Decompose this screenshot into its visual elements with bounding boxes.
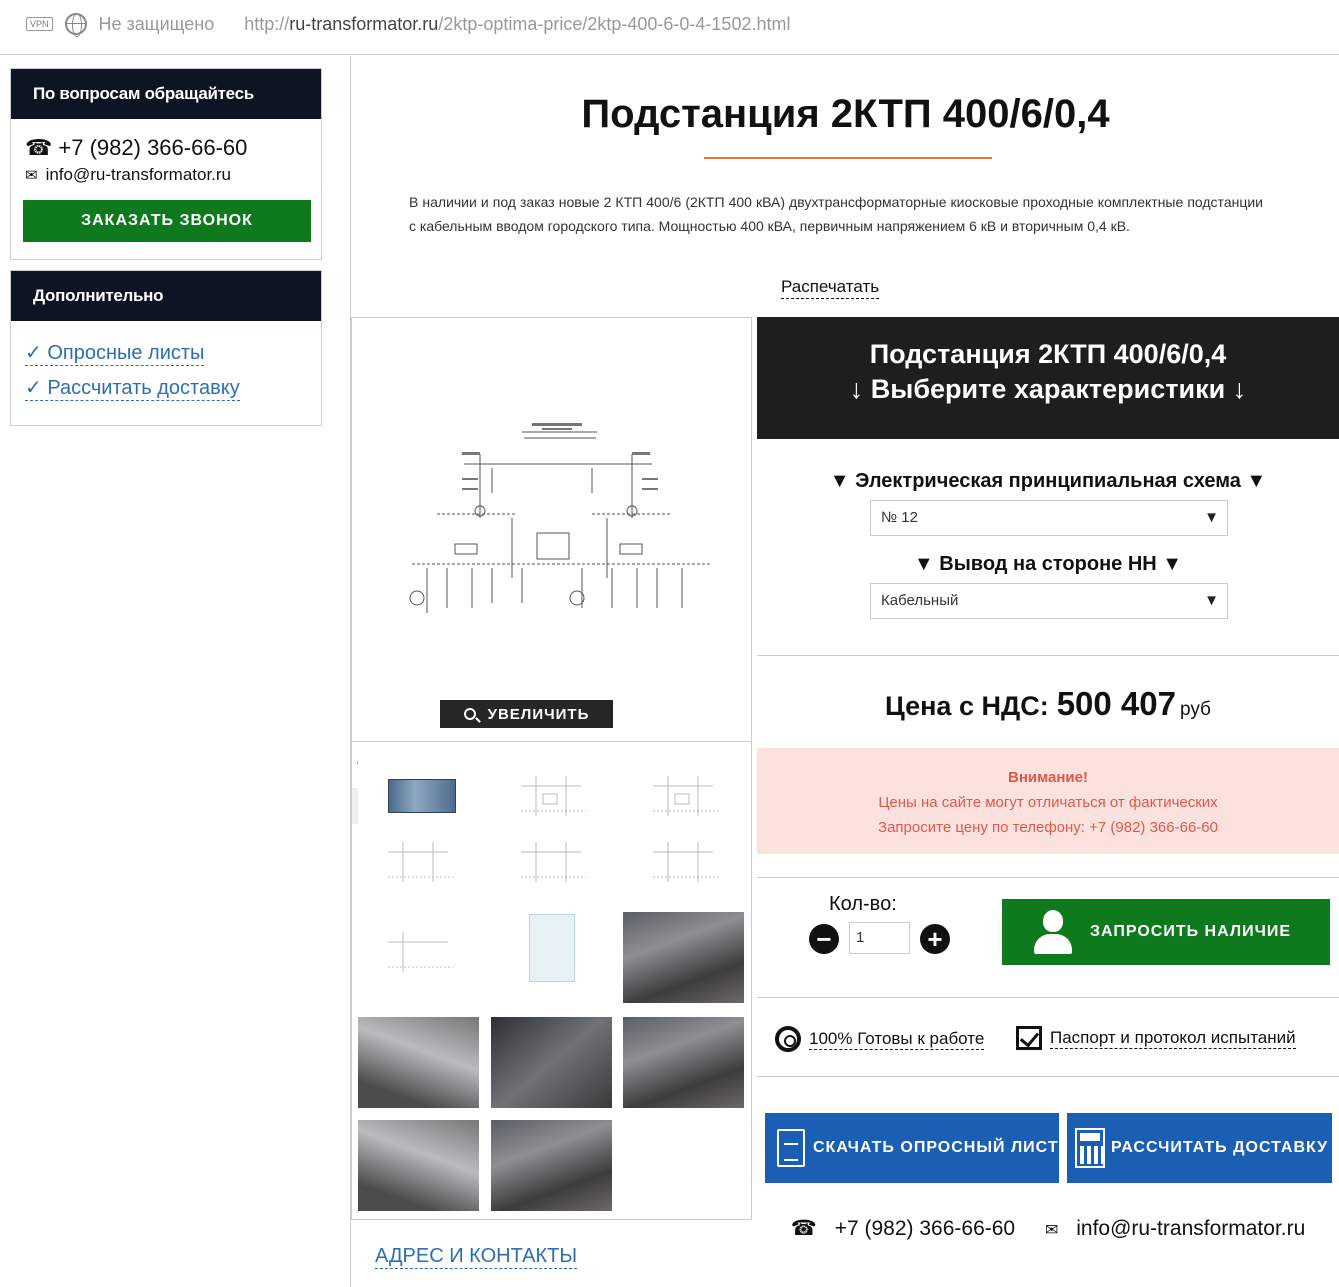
- calculate-delivery-label: РАССЧИТАТЬ ДОСТАВКУ: [1111, 1139, 1329, 1156]
- gear-icon: [775, 1026, 801, 1052]
- footer-phone-text: +7 (982) 366-66-60: [834, 1217, 1016, 1240]
- config-panel-subtitle: ↓ Выберите характеристики ↓: [849, 374, 1247, 404]
- thumbnail[interactable]: [491, 822, 612, 913]
- globe-icon: [64, 13, 87, 37]
- schematic-diagram-image: [409, 423, 712, 613]
- footer-email-text: info@ru-transformator.ru: [1076, 1217, 1306, 1240]
- sidebar-email[interactable]: ✉ info@ru-transformator.ru: [25, 165, 321, 185]
- phone-icon: ☎: [25, 135, 53, 160]
- document-icon: [777, 1129, 805, 1167]
- footer-email[interactable]: ✉ info@ru-transformator.ru: [1039, 1217, 1311, 1240]
- divider: [757, 1076, 1339, 1077]
- extra-box-title: Дополнительно: [11, 271, 321, 321]
- sidebar-phone-text: +7 (982) 366-66-60: [58, 135, 248, 160]
- quantity-label: Кол-во:: [829, 893, 897, 915]
- title-underline: [704, 157, 992, 159]
- contact-box: По вопросам обращайтесь ☎ +7 (982) 366-6…: [10, 68, 322, 260]
- price-currency: руб: [1179, 699, 1211, 720]
- thumbnail-photo[interactable]: [623, 912, 744, 1003]
- url-path: /2ktp-optima-price/2ktp-400-6-0-4-1502.h…: [438, 13, 791, 34]
- product-description: В наличии и под заказ новые 2 КТП 400/6 …: [409, 194, 1263, 234]
- thumbnail-photo[interactable]: [491, 1120, 612, 1211]
- zoom-button[interactable]: УВЕЛИЧИТЬ: [440, 700, 613, 728]
- worker-icon: [1034, 910, 1072, 954]
- warning-line: Цены на сайте могут отличаться от фактич…: [878, 794, 1218, 811]
- vpn-badge[interactable]: VPN: [26, 17, 53, 31]
- address-bar[interactable]: VPN Не защищено http://ru-transformator.…: [0, 0, 1339, 48]
- sidebar-phone[interactable]: ☎ +7 (982) 366-66-60: [25, 135, 321, 161]
- thumbnail[interactable]: [358, 912, 479, 1003]
- config-panel-header: Подстанция 2КТП 400/6/0,4 ↓ Выберите хар…: [757, 317, 1339, 439]
- security-status[interactable]: Не защищено: [99, 14, 215, 35]
- delivery-calc-link[interactable]: ✓ Рассчитать доставку: [25, 376, 240, 401]
- quantity-increase-button[interactable]: +: [920, 924, 950, 954]
- thumbnail-photo[interactable]: [358, 1120, 479, 1211]
- thumbnail-certificate[interactable]: [491, 912, 612, 1003]
- checkbox-icon: [1016, 1026, 1042, 1050]
- sidebar-email-text: info@ru-transformator.ru: [45, 165, 232, 184]
- zoom-button-label: УВЕЛИЧИТЬ: [487, 705, 590, 723]
- extra-box: Дополнительно ✓ Опросные листы ✓ Рассчит…: [10, 270, 322, 426]
- price-label: Цена с НДС:: [885, 691, 1049, 721]
- feature-passport-label: Паспорт и протокол испытаний: [1050, 1028, 1296, 1049]
- thumbnail[interactable]: [623, 822, 744, 913]
- url-prefix: http://: [244, 13, 290, 34]
- thumbnail-photo[interactable]: [623, 1017, 744, 1108]
- lv-output-option-label: ▼ Вывод на стороне НН ▼: [913, 553, 1183, 575]
- product-gallery: УВЕЛИЧИТЬ ‹ ›: [351, 317, 752, 1220]
- mail-icon: ✉: [25, 167, 38, 184]
- feature-ready[interactable]: 100% Готовы к работе: [775, 1026, 985, 1052]
- request-availability-button[interactable]: ЗАПРОСИТЬ НАЛИЧИЕ: [1002, 899, 1330, 965]
- scheme-select[interactable]: № 12: [870, 500, 1228, 536]
- footer-phone[interactable]: ☎ +7 (982) 366-66-60: [785, 1217, 1021, 1240]
- calculator-icon: [1075, 1128, 1105, 1168]
- divider: [757, 877, 1339, 878]
- quantity-decrease-button[interactable]: −: [809, 924, 839, 954]
- warning-line: Запросите цену по телефону: +7 (982) 366…: [878, 819, 1218, 836]
- request-availability-label: ЗАПРОСИТЬ НАЛИЧИЕ: [1090, 923, 1291, 940]
- warning-title: Внимание!: [1008, 769, 1088, 786]
- divider: [0, 54, 1339, 55]
- thumbnail[interactable]: [358, 822, 479, 913]
- url-host: ru-transformator.ru: [289, 13, 439, 34]
- lv-output-select[interactable]: Кабельный: [870, 583, 1228, 619]
- thumbnail-photo[interactable]: [491, 1017, 612, 1108]
- contact-box-title: По вопросам обращайтесь: [11, 69, 321, 119]
- price-warning: Внимание! Цены на сайте могут отличаться…: [757, 748, 1339, 854]
- page-title: Подстанция 2КТП 400/6/0,4: [581, 92, 1110, 136]
- download-questionnaire-label: СКАЧАТЬ ОПРОСНЫЙ ЛИСТ: [813, 1139, 1059, 1156]
- feature-ready-label: 100% Готовы к работе: [809, 1029, 985, 1050]
- address-contacts-link[interactable]: АДРЕС И КОНТАКТЫ: [375, 1244, 578, 1269]
- thumbnail-photo[interactable]: [358, 1017, 479, 1108]
- magnifier-icon: [463, 708, 476, 720]
- scheme-option-label: ▼ Электрическая принципиальная схема ▼: [829, 470, 1267, 492]
- order-call-button[interactable]: ЗАКАЗАТЬ ЗВОНОК: [23, 200, 311, 242]
- divider: [757, 655, 1339, 656]
- quantity-input[interactable]: 1: [849, 922, 910, 954]
- calculate-delivery-button[interactable]: РАССЧИТАТЬ ДОСТАВКУ: [1067, 1113, 1332, 1183]
- config-panel-title: Подстанция 2КТП 400/6/0,4: [869, 339, 1227, 369]
- divider: [757, 997, 1339, 998]
- price-value: 500 407: [1056, 685, 1176, 722]
- questionnaire-link[interactable]: ✓ Опросные листы: [25, 341, 205, 366]
- main-image[interactable]: УВЕЛИЧИТЬ: [352, 318, 751, 742]
- phone-icon: ☎: [790, 1217, 817, 1240]
- footer-contacts: ☎ +7 (982) 366-66-60 ✉ info@ru-transform…: [757, 1216, 1339, 1241]
- print-link[interactable]: Распечатать: [781, 276, 880, 299]
- feature-passport[interactable]: Паспорт и протокол испытаний: [1016, 1026, 1296, 1050]
- mail-icon: ✉: [1044, 1222, 1059, 1239]
- price-line: Цена с НДС: 500 407 руб: [757, 685, 1339, 723]
- download-questionnaire-button[interactable]: СКАЧАТЬ ОПРОСНЫЙ ЛИСТ: [765, 1113, 1059, 1183]
